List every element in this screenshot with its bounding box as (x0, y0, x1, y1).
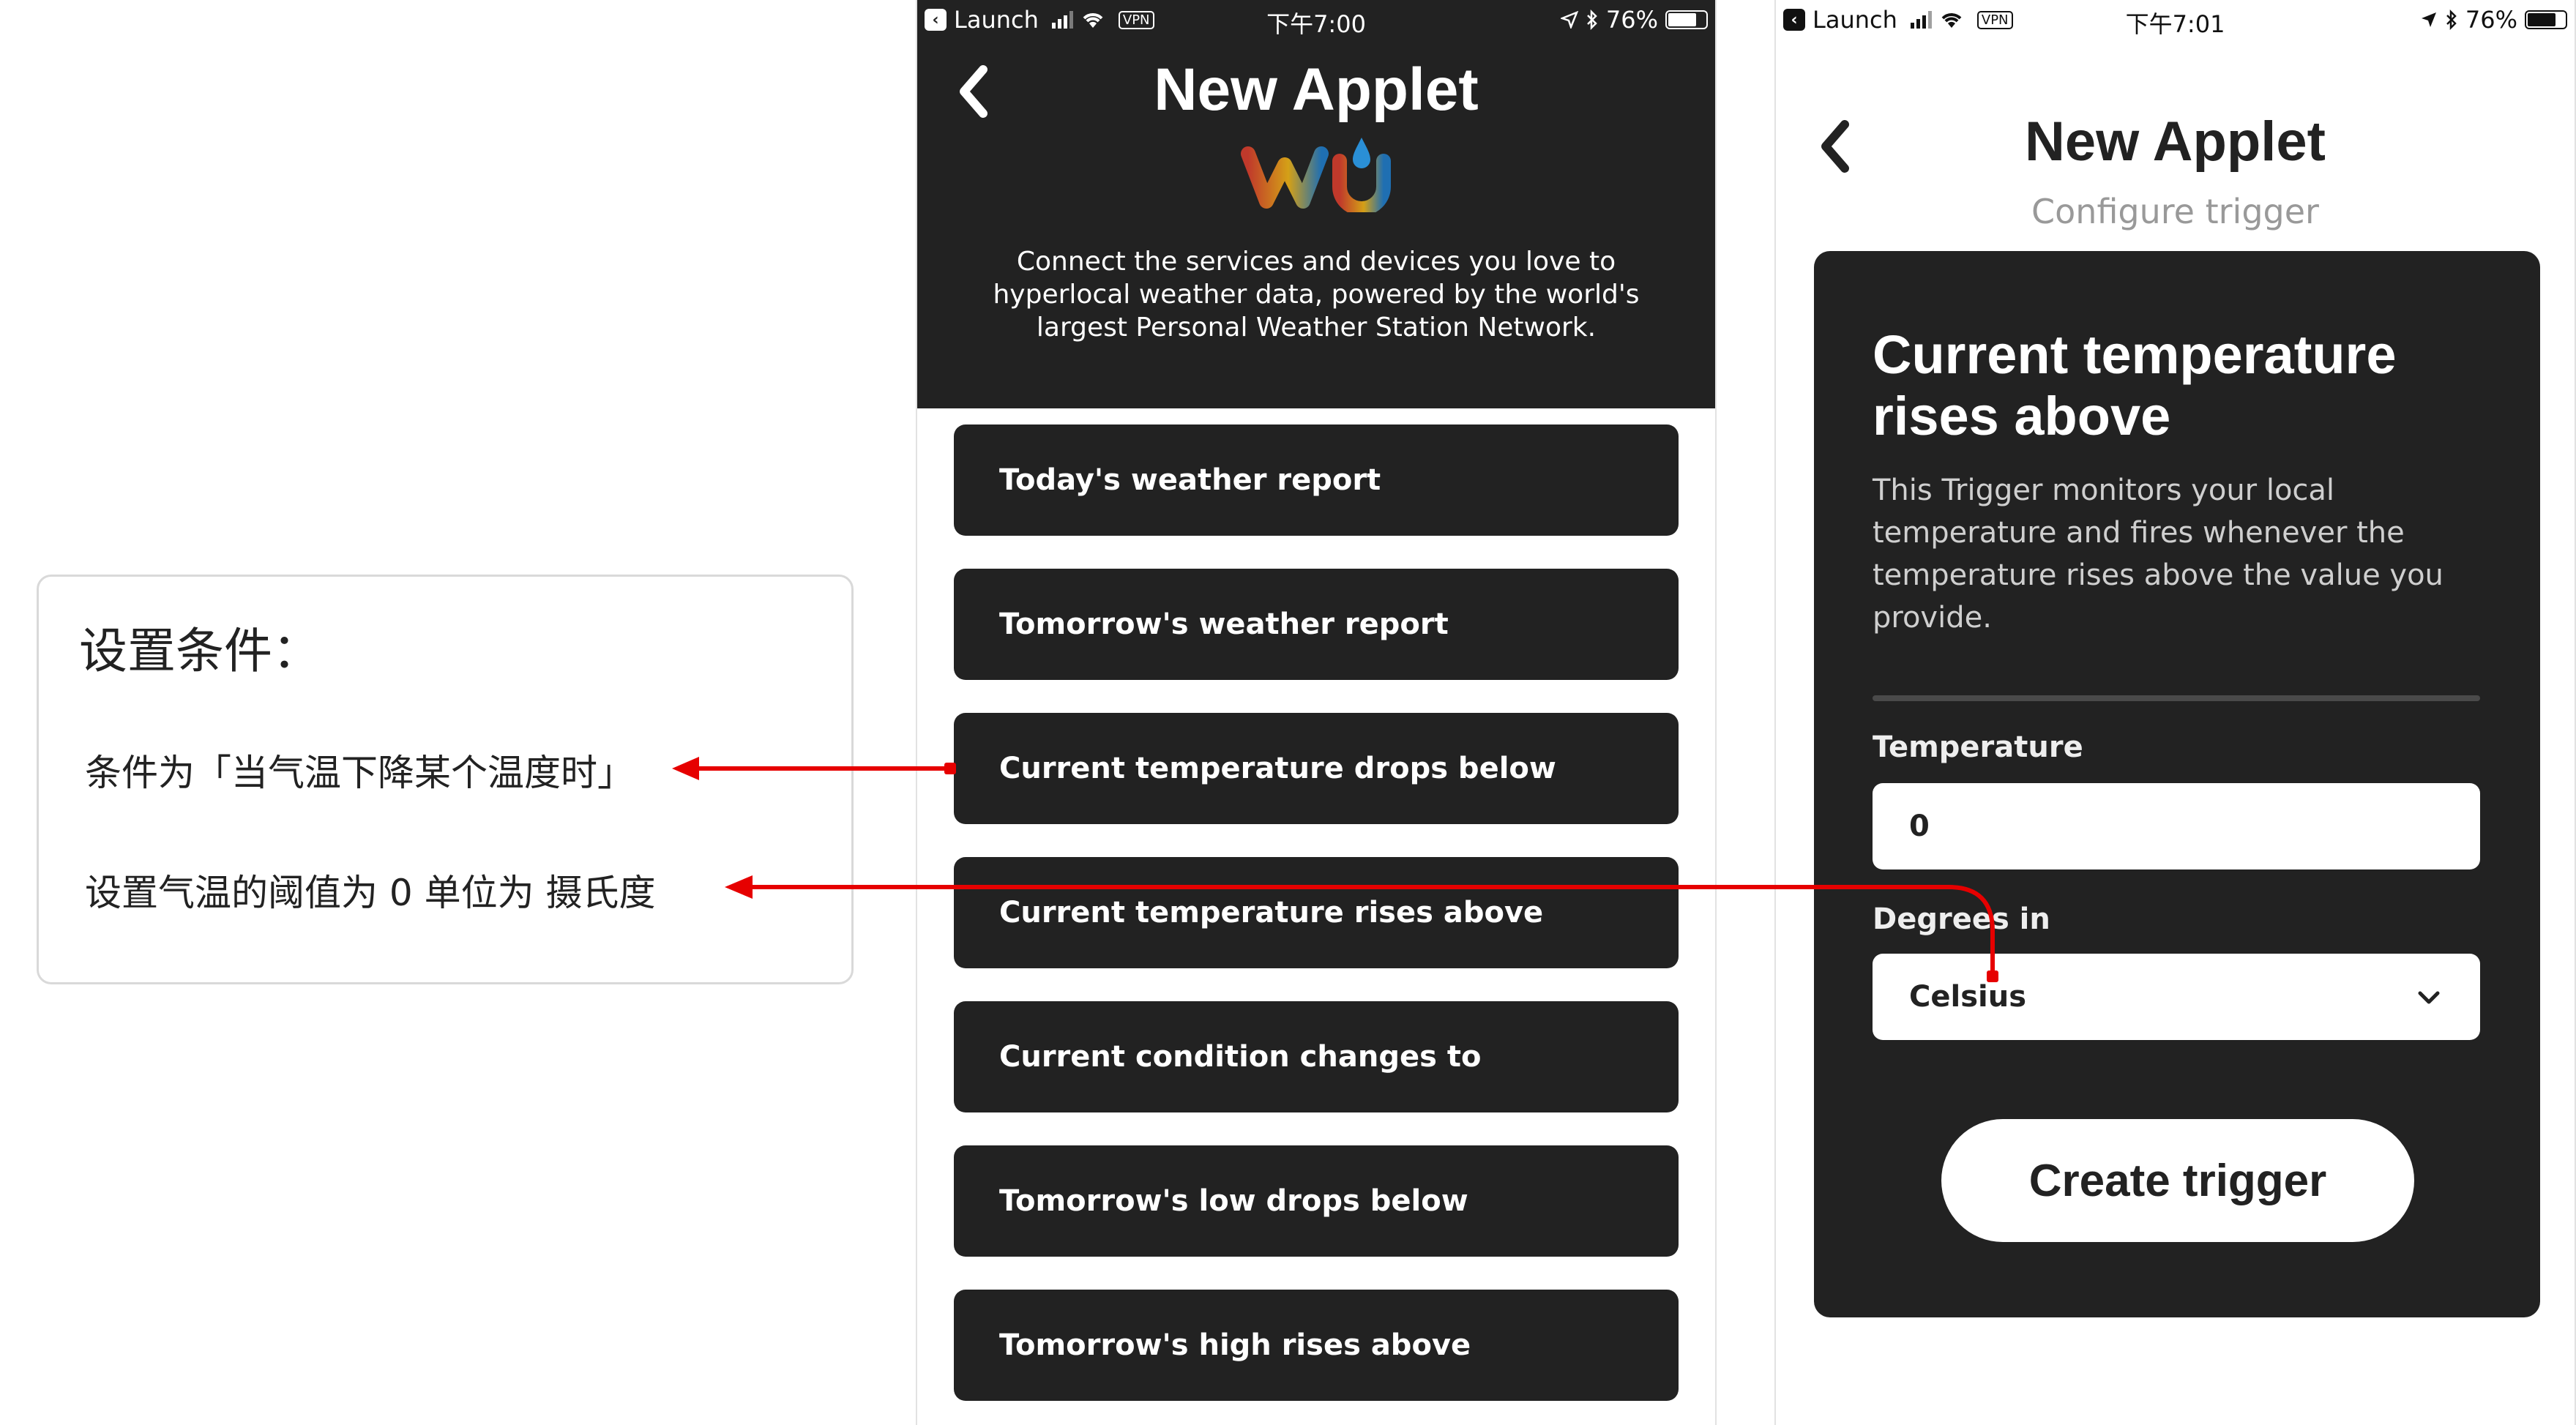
degrees-select[interactable]: Celsius (1873, 954, 2480, 1040)
weather-underground-logo (1241, 138, 1391, 212)
location-icon (1560, 11, 1578, 29)
degrees-selected-value: Celsius (1909, 980, 2026, 1014)
card-divider (1873, 695, 2480, 701)
annotation-line-threshold: 设置气温的阈值为 0 单位为 摄氏度 (85, 872, 656, 914)
battery-percent: 76% (2465, 6, 2517, 34)
trigger-current-temp-drops-below[interactable]: Current temperature drops below (954, 713, 1679, 824)
status-bar: ‹ Launch VPN 下午7:00 76% (917, 0, 1715, 41)
trigger-list: Today's weather report Tomorrow's weathe… (954, 424, 1679, 1425)
battery-icon (2525, 10, 2567, 29)
trigger-title: Current temperature rises above (1873, 324, 2397, 446)
degrees-label: Degrees in (1873, 902, 2050, 936)
trigger-current-condition-changes[interactable]: Current condition changes to (954, 1001, 1679, 1112)
status-bar: ‹ Launch VPN 下午7:01 76% (1776, 0, 2575, 41)
trigger-config-card: Current temperature rises above This Tri… (1814, 251, 2540, 1317)
create-trigger-button[interactable]: Create trigger (1941, 1119, 2414, 1242)
page-title: New Applet (2025, 111, 2326, 173)
trigger-todays-weather-report[interactable]: Today's weather report (954, 424, 1679, 536)
temperature-label: Temperature (1873, 730, 2083, 764)
bluetooth-icon (2446, 10, 2457, 30)
trigger-tomorrows-weather-report[interactable]: Tomorrow's weather report (954, 569, 1679, 680)
annotation-line-condition: 条件为「当气温下降某个温度时」 (85, 752, 634, 794)
page-title: New Applet (1154, 56, 1479, 123)
annotation-box: 设置条件： 条件为「当气温下降某个温度时」 设置气温的阈值为 0 单位为 摄氏度 (37, 575, 854, 984)
phone-screen-configure-trigger: ‹ Launch VPN 下午7:01 76% New Applet Confi… (1774, 0, 2576, 1425)
location-icon (2421, 12, 2436, 27)
battery-icon (1665, 10, 1708, 29)
stage: 设置条件： 条件为「当气温下降某个温度时」 设置气温的阈值为 0 单位为 摄氏度… (0, 0, 2576, 1425)
temperature-input[interactable]: 0 (1873, 783, 2480, 869)
trigger-current-temp-rises-above[interactable]: Current temperature rises above (954, 857, 1679, 968)
page-subtitle: Configure trigger (2031, 192, 2319, 231)
chevron-down-icon (2418, 991, 2440, 1004)
trigger-tomorrows-high-rises-above[interactable]: Tomorrow's high rises above (954, 1290, 1679, 1401)
phone-screen-trigger-list: ‹ Launch VPN 下午7:00 76% New Applet Conne… (916, 0, 1717, 1425)
trigger-description: This Trigger monitors your local tempera… (1873, 474, 2444, 635)
bluetooth-icon (1586, 10, 1597, 30)
battery-percent: 76% (1605, 6, 1658, 34)
service-description: Connect the services and devices you lov… (993, 247, 1640, 343)
annotation-heading: 设置条件： (79, 623, 321, 679)
trigger-tomorrows-low-drops-below[interactable]: Tomorrow's low drops below (954, 1145, 1679, 1257)
